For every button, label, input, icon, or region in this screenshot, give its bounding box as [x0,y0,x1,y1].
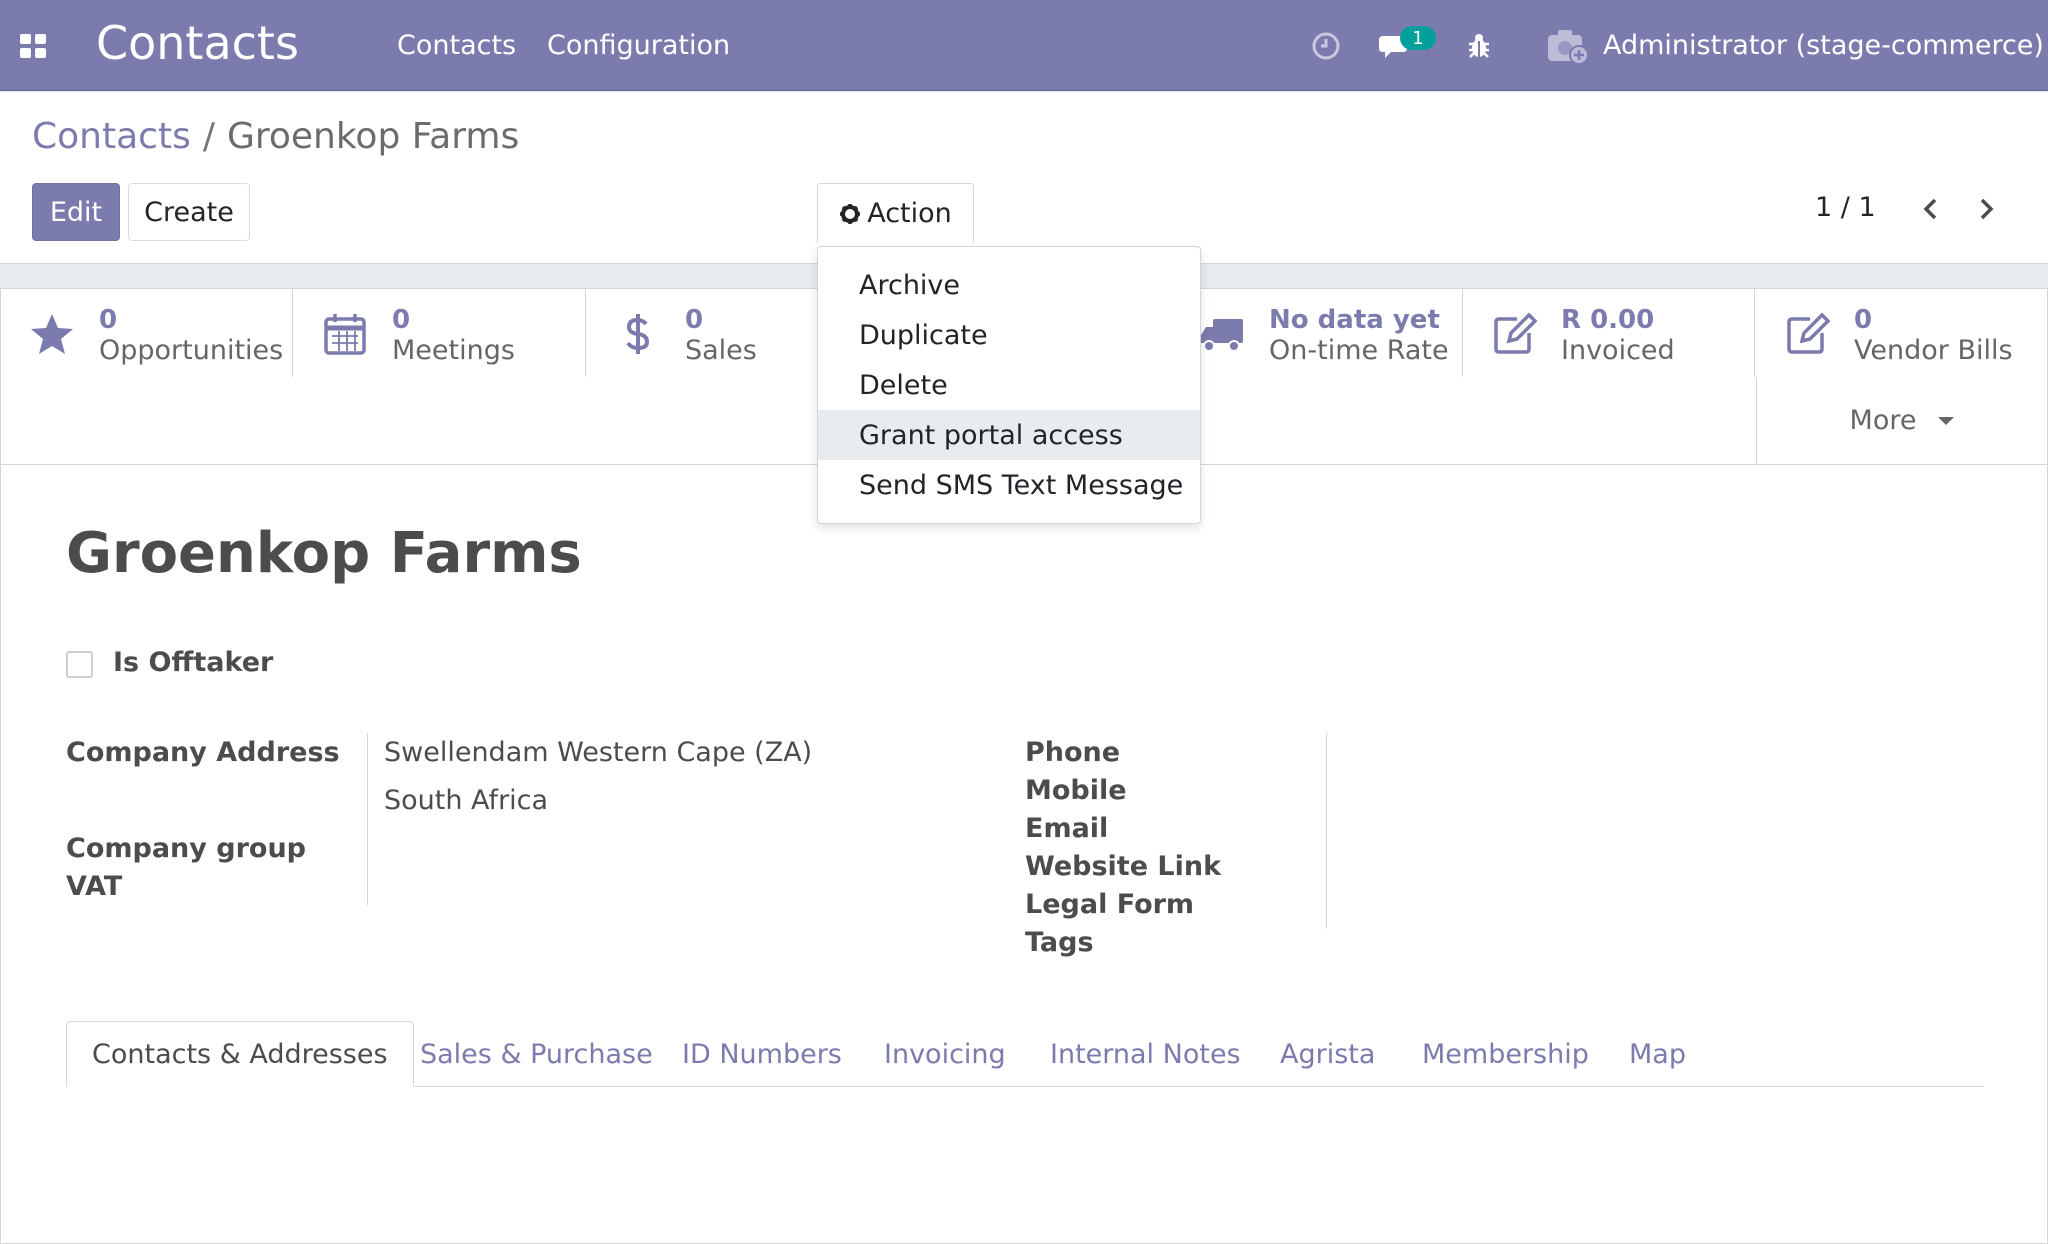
tab-internal-notes[interactable]: Internal Notes [1050,1021,1241,1087]
menu-item-send-sms[interactable]: Send SMS Text Message [818,460,1200,510]
tab-id-numbers[interactable]: ID Numbers [682,1021,842,1087]
phone-label: Phone [1025,737,1121,768]
is-offtaker-label: Is Offtaker [113,647,274,678]
edit-icon [1494,312,1537,354]
tab-agrista[interactable]: Agrista [1280,1021,1375,1087]
record-title[interactable]: Groenkop Farms [66,521,582,586]
message-count-badge: 1 [1400,26,1436,50]
tab-invoicing[interactable]: Invoicing [884,1021,1006,1087]
tab-sales-purchase[interactable]: Sales & Purchase [420,1021,653,1087]
notebook-tabs: Contacts & Addresses Sales & Purchase ID… [66,1021,1983,1087]
tags-label: Tags [1025,927,1094,958]
gear-icon [840,203,861,224]
address-line-2[interactable]: South Africa [384,785,548,816]
tab-contacts-addresses[interactable]: Contacts & Addresses [66,1021,414,1087]
breadcrumb-separator: / [202,116,215,157]
edit-button[interactable]: Edit [32,183,120,241]
apps-grid-icon[interactable] [20,34,46,58]
breadcrumb: Contacts / Groenkop Farms [32,116,519,157]
email-label: Email [1025,813,1109,844]
app-title[interactable]: Contacts [96,16,299,70]
stat-meetings-button[interactable]: 0 Meetings [294,289,586,377]
user-avatar-icon[interactable] [1546,27,1590,65]
more-button-label: More [1849,405,1917,436]
field-divider [367,733,368,905]
address-line-1[interactable]: Swellendam Western Cape (ZA) [384,737,812,768]
field-divider [1326,733,1327,929]
star-icon [31,314,73,354]
caret-down-icon [1938,416,1955,425]
stat-label: Invoiced [1561,335,1675,366]
clock-icon[interactable] [1312,32,1340,60]
company-group-label: Company group [66,833,307,864]
truck-icon [1201,319,1243,352]
control-panel: Contacts / Groenkop Farms Edit Create Acti… [0,92,2048,264]
breadcrumb-current: Groenkop Farms [226,116,520,157]
pager-next-icon[interactable] [1973,196,1999,222]
create-button[interactable]: Create [128,183,250,241]
menu-contacts[interactable]: Contacts [397,30,516,61]
stat-label: On-time Rate [1269,335,1449,366]
calendar-icon [324,314,366,355]
menu-item-grant-portal-access[interactable]: Grant portal access [818,410,1200,460]
menu-item-delete[interactable]: Delete [818,360,1200,410]
company-address-label: Company Address [66,737,340,768]
bug-icon[interactable] [1467,32,1491,60]
action-button-label: Action [867,198,952,229]
stat-value: 0 [1854,305,1873,335]
legal-form-label: Legal Form [1025,889,1195,920]
tab-map[interactable]: Map [1629,1021,1686,1087]
stat-on-time-rate-button[interactable]: No data yet On-time Rate [1171,289,1463,377]
user-name[interactable]: Administrator (stage-commerce) [1603,30,2044,61]
stat-value: 0 [392,305,411,335]
more-button[interactable]: More [1756,377,2047,464]
top-navbar: Contacts Contacts Configuration 1 Admini… [0,0,2048,91]
action-dropdown-menu: Archive Duplicate Delete Grant portal ac… [817,246,1201,524]
menu-item-archive[interactable]: Archive [818,260,1200,310]
action-button[interactable]: Action [817,183,974,243]
stat-value: 0 [99,305,118,335]
stat-label: Meetings [392,335,515,366]
pager-previous-icon[interactable] [1918,196,1944,222]
stat-label: Opportunities [99,335,284,366]
menu-item-duplicate[interactable]: Duplicate [818,310,1200,360]
stat-invoiced-button[interactable]: R 0.00 Invoiced [1463,289,1755,377]
pager-value[interactable]: 1 / 1 [1815,192,1876,223]
stat-value: 0 [685,305,704,335]
edit-icon [1787,312,1830,354]
website-link-label: Website Link [1025,851,1222,882]
menu-configuration[interactable]: Configuration [547,30,730,61]
breadcrumb-contacts-link[interactable]: Contacts [32,116,191,157]
stat-label: Vendor Bills [1854,335,2013,366]
stat-label: Sales [685,335,757,366]
vat-label: VAT [66,871,123,902]
is-offtaker-checkbox[interactable] [66,651,93,678]
dollar-icon [626,314,650,354]
stat-value: R 0.00 [1561,305,1655,335]
stat-value: No data yet [1269,305,1440,335]
stat-opportunities-button[interactable]: 0 Opportunities [1,289,293,377]
mobile-label: Mobile [1025,775,1127,806]
tab-membership[interactable]: Membership [1422,1021,1589,1087]
stat-vendor-bills-button[interactable]: 0 Vendor Bills [1756,289,2048,377]
